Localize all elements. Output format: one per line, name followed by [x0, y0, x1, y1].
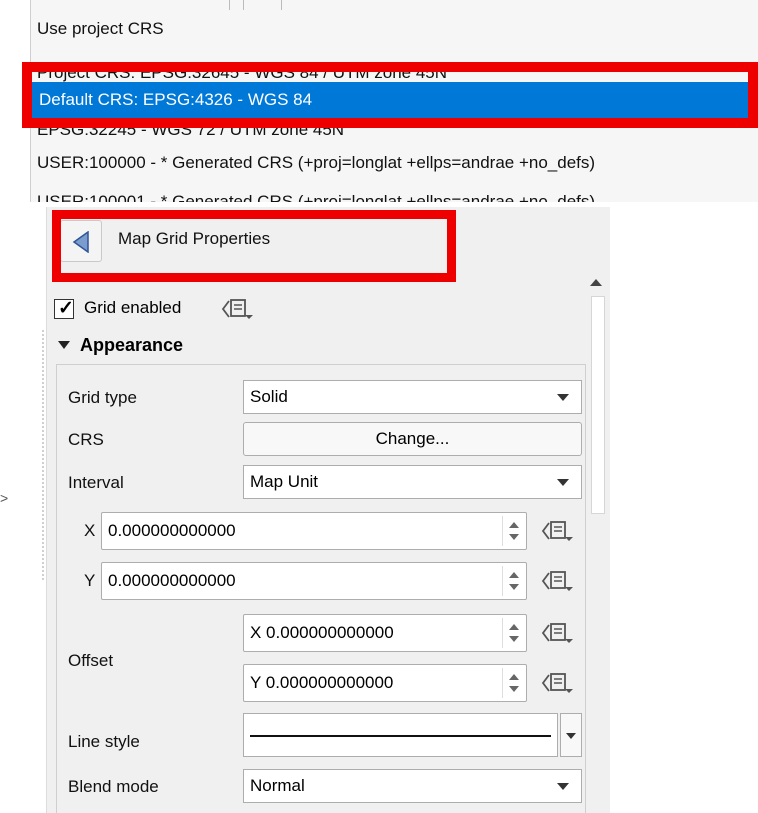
line-style-label: Line style — [68, 732, 140, 751]
appearance-heading[interactable]: Appearance — [80, 335, 183, 356]
spin-arrows-icon[interactable] — [502, 615, 526, 651]
crs-dropdown-list: Use project CRS Project CRS: EPSG:32645 … — [30, 0, 758, 202]
crs-option-label: EPSG:32245 - WGS 72 / UTM zone 45N — [37, 120, 345, 139]
blend-mode-value: Normal — [250, 776, 305, 795]
offset-y-value: Y 0.000000000000 — [250, 673, 394, 692]
line-preview — [250, 735, 551, 737]
scroll-up-icon[interactable] — [590, 279, 602, 286]
panel-title: Map Grid Properties — [118, 229, 271, 248]
back-arrow-icon — [72, 231, 89, 253]
interval-value: Map Unit — [250, 472, 319, 491]
crs-option-user-100001[interactable]: USER:100001 - * Generated CRS (+proj=lon… — [31, 185, 758, 202]
offset-label: Offset — [68, 651, 114, 670]
grid-type-label: Grid type — [68, 388, 137, 407]
crs-option-label: Use project CRS — [37, 19, 164, 38]
y-interval-spinbox[interactable]: 0.000000000000 — [101, 562, 527, 600]
offset-x-spinbox[interactable]: X 0.000000000000 — [243, 614, 527, 652]
y-interval-label: Y — [84, 571, 96, 590]
grid-type-select[interactable]: Solid — [243, 380, 582, 414]
divider — [281, 0, 282, 10]
grid-enabled-checkbox[interactable]: ✓ — [54, 298, 74, 319]
spin-arrows-icon[interactable] — [502, 563, 526, 599]
data-defined-override-icon[interactable] — [221, 298, 255, 320]
data-defined-override-icon[interactable] — [541, 622, 575, 644]
x-interval-spinbox[interactable]: 0.000000000000 — [101, 512, 527, 550]
line-style-button[interactable] — [243, 713, 558, 757]
crs-option-label: USER:100001 - * Generated CRS (+proj=lon… — [37, 192, 596, 202]
checkmark-icon: ✓ — [58, 298, 74, 319]
chevron-down-icon — [557, 394, 569, 401]
grid-enabled-label: Grid enabled — [84, 298, 182, 317]
crs-option-use-project[interactable]: Use project CRS — [31, 14, 758, 44]
crs-label: CRS — [68, 430, 104, 449]
scrollbar-thumb[interactable] — [591, 296, 605, 514]
chevron-down-icon — [557, 479, 569, 486]
data-defined-override-icon[interactable] — [541, 672, 575, 694]
data-defined-override-icon[interactable] — [541, 520, 575, 542]
grid-type-value: Solid — [250, 387, 288, 406]
crs-option-default-selected[interactable]: Default CRS: EPSG:4326 - WGS 84 — [31, 82, 758, 118]
offset-y-spinbox[interactable]: Y 0.000000000000 — [243, 664, 527, 702]
x-interval-label: X — [84, 521, 96, 540]
crs-option-label: USER:100000 - * Generated CRS (+proj=lon… — [37, 153, 596, 172]
blend-mode-select[interactable]: Normal — [243, 769, 582, 803]
back-button[interactable] — [60, 220, 102, 262]
interval-label: Interval — [68, 473, 124, 492]
crs-option-user-100000[interactable]: USER:100000 - * Generated CRS (+proj=lon… — [31, 148, 758, 178]
divider — [243, 0, 244, 10]
change-crs-button[interactable]: Change... — [243, 422, 582, 456]
x-interval-value: 0.000000000000 — [108, 521, 236, 540]
spin-arrows-icon[interactable] — [502, 513, 526, 549]
data-defined-override-icon[interactable] — [541, 570, 575, 592]
collapse-arrow-icon[interactable] — [58, 341, 70, 349]
interval-select[interactable]: Map Unit — [243, 465, 582, 499]
line-style-menu-button[interactable] — [560, 713, 582, 757]
y-interval-value: 0.000000000000 — [108, 571, 236, 590]
blend-mode-label: Blend mode — [68, 777, 159, 796]
chevron-down-icon — [557, 783, 569, 790]
arrow-icon: > — [0, 490, 9, 506]
divider — [42, 330, 44, 580]
crs-option-label: Default CRS: EPSG:4326 - WGS 84 — [39, 90, 313, 109]
divider — [229, 0, 230, 10]
chevron-down-icon — [566, 733, 576, 739]
offset-x-value: X 0.000000000000 — [250, 623, 394, 642]
spin-arrows-icon[interactable] — [502, 665, 526, 701]
crs-option-project[interactable]: Project CRS: EPSG:32645 - WGS 84 / UTM z… — [31, 44, 758, 82]
